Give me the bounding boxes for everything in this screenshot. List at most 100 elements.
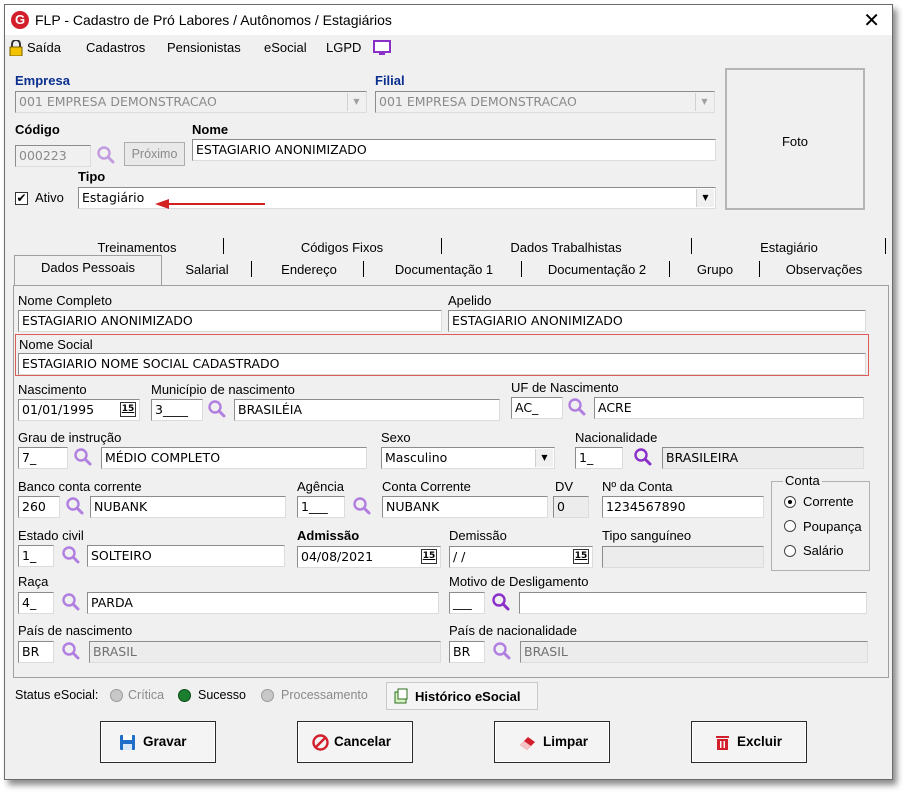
uf-code-field[interactable]: AC_ <box>511 397 563 419</box>
admissao-field[interactable]: 04/08/2021 15 <box>297 546 441 568</box>
nome-field[interactable]: ESTAGIARIO ANONIMIZADO <box>192 139 716 161</box>
apelido-label: Apelido <box>448 293 492 308</box>
chevron-down-icon[interactable]: ▼ <box>535 449 553 467</box>
dv-field[interactable]: 0 <box>553 496 589 518</box>
chevron-down-icon[interactable]: ▼ <box>695 93 713 111</box>
tab-salarial[interactable]: Salarial <box>171 262 243 277</box>
municipio-field[interactable]: BRASILÉIA <box>234 399 500 421</box>
filial-combo[interactable]: 001 EMPRESA DEMONSTRACAO ▼ <box>375 91 715 113</box>
tab-documentacao-2[interactable]: Documentação 2 <box>529 262 665 277</box>
excluir-label: Excluir <box>737 734 783 749</box>
close-button[interactable]: ✕ <box>863 8 880 33</box>
search-icon[interactable] <box>61 592 81 612</box>
menu-lgpd[interactable]: LGPD <box>326 40 361 55</box>
status-label: Status eSocial: <box>15 688 99 702</box>
apelido-field[interactable]: ESTAGIARIO ANONIMIZADO <box>448 310 866 332</box>
search-icon[interactable] <box>73 447 93 467</box>
radio-poupanca[interactable] <box>784 520 796 532</box>
cancelar-label: Cancelar <box>334 734 392 749</box>
calendar-icon[interactable]: 15 <box>421 549 437 564</box>
nascimento-value: 01/01/1995 <box>22 402 95 417</box>
ativo-checkbox[interactable]: ✔ <box>15 192 28 205</box>
monitor-icon[interactable] <box>373 40 391 56</box>
tipo-sanguineo-field[interactable] <box>602 546 764 568</box>
raca-code-field[interactable]: 4_ <box>18 592 54 614</box>
motivo-code-field[interactable]: ___ <box>449 592 485 614</box>
chevron-down-icon[interactable]: ▼ <box>696 189 714 207</box>
search-icon[interactable] <box>492 641 512 661</box>
raca-field[interactable]: PARDA <box>87 592 439 614</box>
search-icon[interactable] <box>61 545 81 565</box>
menu-pensionistas[interactable]: Pensionistas <box>167 40 241 55</box>
nome-label: Nome <box>192 122 229 137</box>
grau-label: Grau de instrução <box>18 430 122 445</box>
radio-salario[interactable] <box>784 545 796 557</box>
nacionalidade-field[interactable]: BRASILEIRA <box>662 447 864 469</box>
pais-nasc-code-field[interactable]: BR <box>18 641 54 663</box>
conta-corrente-label: Conta Corrente <box>382 479 471 494</box>
menu-saida[interactable]: Saída <box>27 40 61 55</box>
chevron-down-icon[interactable]: ▼ <box>347 93 365 111</box>
empresa-combo[interactable]: 001 EMPRESA DEMONSTRACAO ▼ <box>15 91 367 113</box>
estado-civil-field[interactable]: SOLTEIRO <box>87 545 285 567</box>
search-icon[interactable] <box>61 641 81 661</box>
tab-dados-pessoais[interactable]: Dados Pessoais <box>17 260 159 275</box>
search-icon[interactable] <box>207 399 227 419</box>
gravar-button[interactable]: Gravar <box>100 721 216 763</box>
menu-cadastros[interactable]: Cadastros <box>86 40 145 55</box>
document-icon <box>394 688 408 704</box>
lock-icon <box>9 40 23 56</box>
grau-field[interactable]: MÉDIO COMPLETO <box>101 447 367 469</box>
pais-nac-code-field[interactable]: BR <box>449 641 485 663</box>
demissao-value: / / <box>453 549 466 564</box>
motivo-field[interactable] <box>519 592 867 614</box>
sexo-label: Sexo <box>381 430 411 445</box>
demissao-field[interactable]: / / 15 <box>449 546 593 568</box>
grau-code-field[interactable]: 7_ <box>18 447 68 469</box>
banco-code-field[interactable]: 260 <box>18 496 60 518</box>
calendar-icon[interactable]: 15 <box>120 402 136 417</box>
codigo-field[interactable]: 000223 <box>15 145 91 167</box>
pais-nasc-field[interactable]: BRASIL <box>89 641 441 663</box>
tab-observacoes[interactable]: Observações <box>767 262 881 277</box>
search-icon[interactable] <box>352 496 372 516</box>
tab-dados-trabalhistas[interactable]: Dados Trabalhistas <box>501 240 631 255</box>
main-window: G FLP - Cadastro de Pró Labores / Autôno… <box>4 4 893 780</box>
tab-codigos-fixos[interactable]: Códigos Fixos <box>287 240 397 255</box>
trash-icon <box>716 736 729 750</box>
photo-box[interactable]: Foto <box>725 68 865 210</box>
radio-corrente[interactable] <box>784 496 796 508</box>
banco-field[interactable]: NUBANK <box>90 496 286 518</box>
cancelar-button[interactable]: Cancelar <box>297 721 413 763</box>
proximo-button[interactable]: Próximo <box>124 142 185 166</box>
nome-social-field[interactable]: ESTAGIARIO NOME SOCIAL CADASTRADO <box>18 353 866 375</box>
search-icon[interactable] <box>567 397 587 417</box>
empresa-value: 001 EMPRESA DEMONSTRACAO <box>19 94 217 109</box>
conta-corrente-field[interactable]: NUBANK <box>382 496 548 518</box>
pais-nasc-label: País de nascimento <box>18 623 133 638</box>
nascimento-field[interactable]: 01/01/1995 15 <box>18 399 140 421</box>
search-icon[interactable] <box>491 592 511 612</box>
limpar-button[interactable]: Limpar <box>494 721 610 763</box>
agencia-field[interactable]: 1___ <box>297 496 345 518</box>
tab-estagiario[interactable]: Estagiário <box>753 240 825 255</box>
excluir-button[interactable]: Excluir <box>691 721 807 763</box>
search-icon[interactable] <box>96 145 116 165</box>
municipio-code-field[interactable]: 3____ <box>151 399 203 421</box>
tab-documentacao-1[interactable]: Documentação 1 <box>371 262 517 277</box>
search-icon[interactable] <box>633 447 653 467</box>
tab-endereco[interactable]: Endereço <box>259 262 359 277</box>
tab-treinamentos[interactable]: Treinamentos <box>67 240 207 255</box>
calendar-icon[interactable]: 15 <box>573 549 589 564</box>
nacionalidade-code-field[interactable]: 1_ <box>575 447 623 469</box>
tab-grupo[interactable]: Grupo <box>677 262 753 277</box>
sexo-combo[interactable]: Masculino ▼ <box>381 447 555 469</box>
search-icon[interactable] <box>65 496 85 516</box>
estado-civil-code-field[interactable]: 1_ <box>18 545 54 567</box>
num-conta-field[interactable]: 1234567890 <box>602 496 764 518</box>
menu-esocial[interactable]: eSocial <box>264 40 307 55</box>
uf-field[interactable]: ACRE <box>594 397 864 419</box>
nome-completo-field[interactable]: ESTAGIARIO ANONIMIZADO <box>18 310 442 332</box>
pais-nac-field[interactable]: BRASIL <box>520 641 868 663</box>
historico-esocial-button[interactable]: Histórico eSocial <box>386 682 538 710</box>
